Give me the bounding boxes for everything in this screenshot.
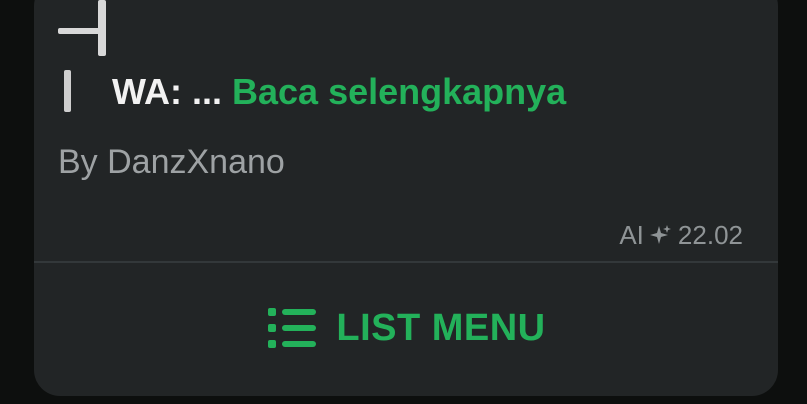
box-pipe <box>64 70 71 112</box>
ellipsis: ... <box>181 71 232 112</box>
wa-line: WA: ... Baca selengkapnya <box>112 70 566 114</box>
author-text: By DanzXnano <box>58 143 285 181</box>
wa-label: WA: <box>112 71 182 112</box>
list-icon <box>268 308 317 348</box>
ai-tag: AI <box>619 220 644 250</box>
message-meta: AI 22.02 <box>619 218 743 252</box>
box-corner-vertical <box>98 0 106 56</box>
sparkle-icon <box>649 225 671 244</box>
list-menu-button[interactable]: LIST MENU <box>34 263 778 393</box>
list-menu-label: LIST MENU <box>336 306 546 349</box>
box-corner-horizontal <box>58 28 102 34</box>
read-more-link[interactable]: Baca selengkapnya <box>232 71 566 112</box>
message-time: 22.02 <box>677 220 743 250</box>
